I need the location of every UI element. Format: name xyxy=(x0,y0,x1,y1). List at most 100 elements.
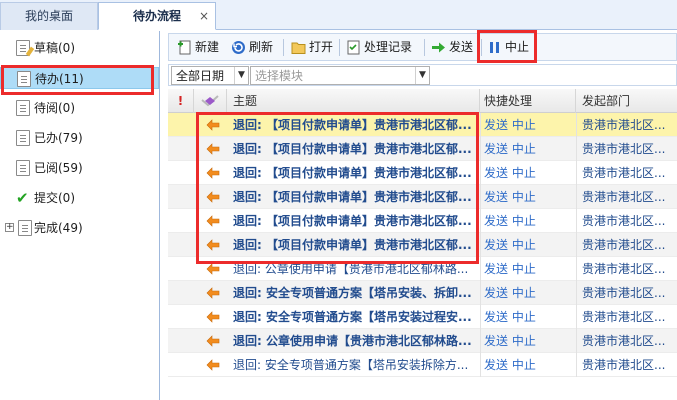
row-department: 贵港市港北区... xyxy=(582,190,666,204)
column-divider xyxy=(480,113,481,137)
tab-my-desktop[interactable]: 我的桌面 xyxy=(0,2,98,30)
send-arrow-icon xyxy=(432,42,445,53)
table-row[interactable]: 退回: 【项目付款申请单】贵港市港北区郁... 发送 中止 贵港市港北区... xyxy=(168,161,677,185)
new-button[interactable]: 新建 xyxy=(177,37,223,58)
table-row[interactable]: 退回: 【项目付款申请单】贵港市港北区郁... 发送 中止 贵港市港北区... xyxy=(168,185,677,209)
table-row[interactable]: 退回: 【项目付款申请单】贵港市港北区郁... 发送 中止 贵港市港北区... xyxy=(168,137,677,161)
row-subject-link[interactable]: 退回: 安全专项普通方案【塔吊安装、拆卸... xyxy=(233,281,478,305)
workflow-table: ! 主题 快捷处理 发起部门 退回: 【项目付款申请单】贵港市港北区郁... 发送… xyxy=(168,89,677,400)
draft-doc-icon xyxy=(16,40,35,57)
row-quick-actions[interactable]: 发送 中止 xyxy=(484,353,574,377)
row-subject-link[interactable]: 退回: 【项目付款申请单】贵港市港北区郁... xyxy=(233,137,478,161)
column-divider xyxy=(576,305,577,329)
return-arrow-icon xyxy=(206,143,220,155)
return-arrow-icon xyxy=(206,215,220,227)
table-row[interactable]: 退回: 【项目付款申请单】贵港市港北区郁... 发送 中止 贵港市港北区... xyxy=(168,209,677,233)
tab-pending-workflow[interactable]: 待办流程 × xyxy=(98,2,216,30)
row-quick-actions[interactable]: 发送 中止 xyxy=(484,113,574,137)
row-quick-actions[interactable]: 发送 中止 xyxy=(484,137,574,161)
table-row[interactable]: 退回: 【项目付款申请单】贵港市港北区郁... 发送 中止 贵港市港北区... xyxy=(168,233,677,257)
row-quick-actions[interactable]: 发送 中止 xyxy=(484,233,574,257)
column-divider xyxy=(480,185,481,209)
tab-bar: 我的桌面 待办流程 × xyxy=(0,0,677,30)
row-department: 贵港市港北区... xyxy=(582,238,666,252)
table-row[interactable]: 退回: 公章使用申请【贵港市港北区郁林路... 发送 中止 贵港市港北区... xyxy=(168,257,677,281)
open-button[interactable]: 打开 xyxy=(291,37,337,58)
doc-icon xyxy=(16,160,30,176)
sidebar-item-label: 提交(0) xyxy=(34,191,75,205)
sidebar-item-label: 已阅(59) xyxy=(34,161,83,175)
sidebar-item-label: 完成(49) xyxy=(34,221,83,235)
table-row[interactable]: 退回: 安全专项普通方案【塔吊安装拆除方... 发送 中止 贵港市港北区... xyxy=(168,353,677,377)
table-row[interactable]: 退回: 【项目付款申请单】贵港市港北区郁... 发送 中止 贵港市港北区... xyxy=(168,113,677,137)
sidebar-item-done[interactable]: 已办(79) xyxy=(0,127,159,149)
row-subject-link[interactable]: 退回: 【项目付款申请单】贵港市港北区郁... xyxy=(233,185,478,209)
new-label: 新建 xyxy=(195,40,220,54)
date-filter-select[interactable]: 全部日期 ▼ xyxy=(171,66,249,85)
row-quick-actions[interactable]: 发送 中止 xyxy=(484,209,574,233)
sidebar-item-drafts[interactable]: 草稿(0) xyxy=(0,37,159,59)
table-row[interactable]: 退回: 公章使用申请【贵港市港北区郁林路... 发送 中止 贵港市港北区... xyxy=(168,329,677,353)
row-quick-actions[interactable]: 发送 中止 xyxy=(484,305,574,329)
return-arrow-icon xyxy=(206,335,220,347)
column-divider xyxy=(576,137,577,161)
chevron-down-icon: ▼ xyxy=(415,67,429,84)
module-placeholder: 选择模块 xyxy=(255,69,304,83)
return-arrow-icon xyxy=(206,239,220,251)
column-divider xyxy=(480,209,481,233)
row-quick-actions[interactable]: 发送 中止 xyxy=(484,281,574,305)
table-row[interactable]: 退回: 安全专项普通方案【塔吊安装过程安... 发送 中止 贵港市港北区... xyxy=(168,305,677,329)
table-row[interactable]: 退回: 安全专项普通方案【塔吊安装、拆卸... 发送 中止 贵港市港北区... xyxy=(168,281,677,305)
row-subject-link[interactable]: 退回: 【项目付款申请单】贵港市港北区郁... xyxy=(233,113,478,137)
filter-bar: 全部日期 ▼ 选择模块 ▼ xyxy=(168,64,677,86)
row-quick-actions[interactable]: 发送 中止 xyxy=(484,329,574,353)
row-quick-actions[interactable]: 发送 中止 xyxy=(484,185,574,209)
row-subject-link[interactable]: 退回: 安全专项普通方案【塔吊安装过程安... xyxy=(233,305,478,329)
row-subject-link[interactable]: 退回: 【项目付款申请单】贵港市港北区郁... xyxy=(233,161,478,185)
doc-icon xyxy=(18,220,32,236)
row-subject-link[interactable]: 退回: 安全专项普通方案【塔吊安装拆除方... xyxy=(233,353,478,377)
row-subject-link[interactable]: 退回: 公章使用申请【贵港市港北区郁林路... xyxy=(233,257,478,281)
row-department: 贵港市港北区... xyxy=(582,334,666,348)
sidebar-item-pending[interactable]: 待办(11) xyxy=(0,67,159,89)
close-icon[interactable]: × xyxy=(199,3,209,29)
return-arrow-icon xyxy=(206,167,220,179)
table-header: ! 主题 快捷处理 发起部门 xyxy=(168,89,677,113)
return-arrow-icon xyxy=(206,359,220,371)
sidebar-item-read[interactable]: 已阅(59) xyxy=(0,157,159,179)
column-divider xyxy=(576,185,577,209)
sidebar-item-submitted[interactable]: ✔ 提交(0) xyxy=(0,187,159,209)
priority-icon: ! xyxy=(168,89,194,113)
dept-column-header[interactable]: 发起部门 xyxy=(576,89,677,113)
sidebar-item-label: 待阅(0) xyxy=(34,101,75,115)
module-select[interactable]: 选择模块 ▼ xyxy=(250,66,430,85)
process-records-button[interactable]: 处理记录 xyxy=(346,37,418,58)
column-divider xyxy=(480,305,481,329)
sidebar-item-to-read[interactable]: 待阅(0) xyxy=(0,97,159,119)
sidebar-item-completed[interactable]: + 完成(49) xyxy=(0,217,159,239)
toolbar-divider xyxy=(283,39,284,56)
checked-doc-icon xyxy=(16,130,30,146)
subject-column-header[interactable]: 主题 xyxy=(227,89,480,113)
column-divider xyxy=(576,281,577,305)
action-column-header[interactable]: 快捷处理 xyxy=(480,89,576,113)
row-quick-actions[interactable]: 发送 中止 xyxy=(484,161,574,185)
send-label: 发送 xyxy=(449,40,474,54)
sidebar-item-label: 待办(11) xyxy=(35,72,84,86)
stop-button[interactable]: 中止 xyxy=(487,37,533,58)
column-divider xyxy=(576,353,577,377)
pause-icon xyxy=(490,42,499,53)
row-department: 贵港市港北区... xyxy=(582,166,666,180)
sidebar-item-label: 草稿(0) xyxy=(34,41,75,55)
row-subject-link[interactable]: 退回: 【项目付款申请单】贵港市港北区郁... xyxy=(233,233,478,257)
row-subject-link[interactable]: 退回: 公章使用申请【贵港市港北区郁林路... xyxy=(233,329,478,353)
toolbar-divider xyxy=(339,39,340,56)
send-button[interactable]: 发送 xyxy=(431,37,477,58)
return-arrow-icon xyxy=(206,263,220,275)
row-department: 贵港市港北区... xyxy=(582,262,666,276)
expand-icon[interactable]: + xyxy=(5,223,14,232)
row-quick-actions[interactable]: 发送 中止 xyxy=(484,257,574,281)
stop-label: 中止 xyxy=(505,40,530,54)
refresh-button[interactable]: 刷新 xyxy=(231,37,277,58)
row-subject-link[interactable]: 退回: 【项目付款申请单】贵港市港北区郁... xyxy=(233,209,478,233)
